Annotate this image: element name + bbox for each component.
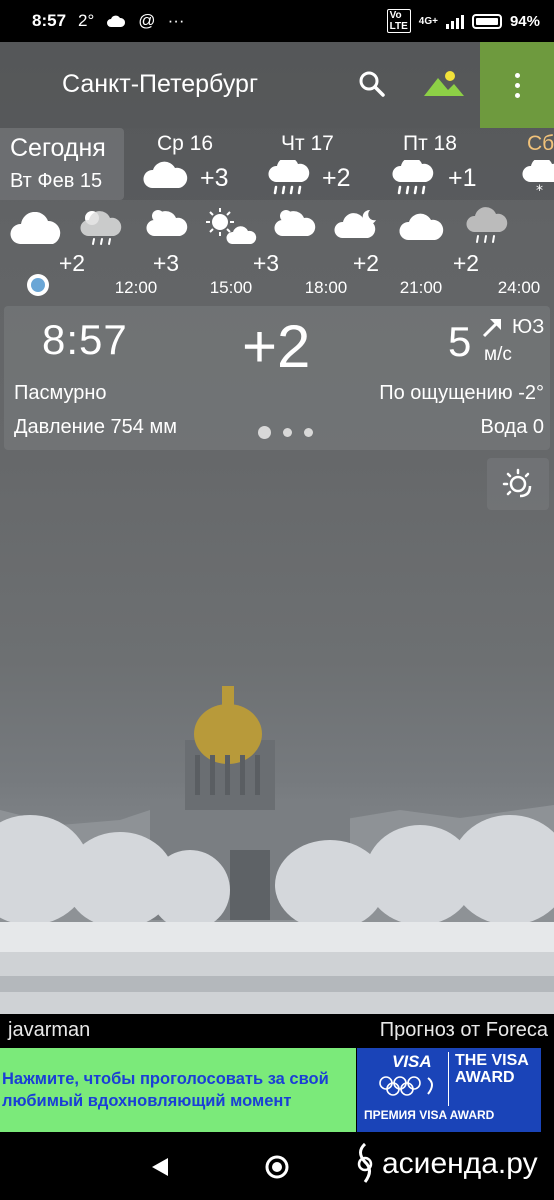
today-label: Сегодня bbox=[10, 134, 106, 162]
snow-cloud-icon: * bbox=[522, 160, 554, 196]
back-triangle-icon[interactable] bbox=[150, 1156, 170, 1178]
current-time-marker bbox=[27, 274, 49, 296]
day-label: Пт 18 bbox=[403, 132, 457, 155]
ad-text: Нажмите, чтобы проголосовать за свой люб… bbox=[2, 1070, 329, 1110]
more-vertical-icon[interactable] bbox=[480, 42, 554, 128]
moon-cloud-icon bbox=[334, 209, 376, 238]
more-dots-icon: ··· bbox=[167, 11, 185, 30]
asienda-logo-icon bbox=[357, 1142, 373, 1183]
hour-temp: +2 bbox=[352, 250, 380, 276]
sun-cloud-icon bbox=[274, 210, 316, 236]
day-card[interactable]: Ср 16 +3 bbox=[140, 132, 260, 198]
visa-logo: VISA bbox=[392, 1052, 432, 1071]
rain-cloud-icon bbox=[268, 160, 310, 195]
water-temp: Вода 0 bbox=[480, 416, 545, 438]
status-temp: 2° bbox=[78, 11, 95, 30]
day-temp: +3 bbox=[200, 164, 229, 192]
rain-cloud-icon bbox=[392, 160, 434, 195]
sun-rain-cloud-icon bbox=[80, 211, 122, 245]
sun-partly-cloud-icon bbox=[206, 208, 257, 244]
day-label: Сб bbox=[527, 132, 554, 155]
battery-icon bbox=[471, 13, 502, 29]
svg-text:*: * bbox=[536, 183, 543, 196]
status-bar: 8:57 2° @ ··· Vo LTE 4G+ 94% bbox=[0, 0, 554, 42]
city-name[interactable]: Санкт-Петербург bbox=[62, 70, 258, 99]
condition-text: Пасмурно bbox=[14, 382, 107, 404]
day-card[interactable]: Пт 18 +1 bbox=[390, 132, 510, 198]
hour-temp: +2 bbox=[58, 250, 86, 276]
sun-haze-icon bbox=[502, 468, 532, 498]
photo-author[interactable]: javarman bbox=[8, 1019, 90, 1042]
day-temp: +1 bbox=[448, 164, 477, 192]
cloud-icon bbox=[10, 212, 61, 244]
forecast-source[interactable]: Прогноз от Foreca bbox=[380, 1019, 548, 1042]
status-time: 8:57 bbox=[32, 11, 67, 30]
network-type: 4G+ bbox=[418, 15, 438, 27]
page-indicator[interactable] bbox=[258, 426, 313, 439]
at-icon: @ bbox=[138, 11, 156, 30]
olympic-rings-icon bbox=[379, 1076, 433, 1096]
hour-time: 18:00 bbox=[304, 278, 348, 297]
hour-time: 15:00 bbox=[209, 278, 253, 297]
day-card[interactable]: Сб * bbox=[520, 132, 554, 198]
ad-award-subtitle: ПРЕМИЯ VISA AWARD bbox=[364, 1108, 495, 1122]
cloud-icon bbox=[143, 161, 188, 188]
pressure: Давление 754 мм bbox=[14, 416, 177, 438]
hour-temp: +3 bbox=[152, 250, 180, 276]
hour-temp: +2 bbox=[452, 250, 480, 276]
today-date: Вт Фев 15 bbox=[10, 170, 103, 192]
wind-arrow-icon bbox=[482, 319, 501, 338]
day-label: Чт 17 bbox=[281, 132, 334, 155]
day-temp: +2 bbox=[322, 164, 351, 192]
day-card[interactable]: Чт 17 +2 bbox=[264, 132, 384, 198]
volte-icon: Vo LTE bbox=[386, 9, 411, 33]
hour-time: 24:00 bbox=[497, 278, 541, 297]
current-temp: +2 bbox=[242, 313, 311, 380]
hour-time: 12:00 bbox=[114, 278, 158, 297]
wind-speed: 5 bbox=[448, 318, 472, 365]
sun-cloud-icon bbox=[146, 210, 188, 236]
landscape-icon[interactable] bbox=[422, 68, 464, 100]
wind-direction: ЮЗ bbox=[512, 316, 545, 338]
sun-haze-button[interactable] bbox=[487, 458, 549, 510]
wind-unit: м/с bbox=[484, 344, 512, 365]
ad-divider bbox=[448, 1052, 449, 1106]
day-label: Ср 16 bbox=[157, 132, 214, 155]
search-icon[interactable] bbox=[358, 70, 386, 98]
background-photo bbox=[0, 686, 554, 1014]
home-circle-icon[interactable] bbox=[264, 1154, 290, 1180]
hour-temp: +3 bbox=[252, 250, 280, 276]
rain-cloud-icon bbox=[466, 207, 508, 243]
watermark-text: асиенда.ру bbox=[382, 1147, 538, 1180]
cloud-icon bbox=[107, 15, 126, 27]
cloud-icon bbox=[399, 213, 444, 240]
current-time: 8:57 bbox=[42, 316, 128, 363]
watermark: асиенда.ру bbox=[352, 1142, 538, 1186]
ad-award-title: THE VISA AWARD bbox=[455, 1052, 529, 1086]
hour-time: 21:00 bbox=[399, 278, 443, 297]
feels-like: По ощущению -2° bbox=[379, 382, 544, 404]
battery-percent: 94% bbox=[509, 12, 540, 30]
signal-icon bbox=[445, 13, 464, 29]
